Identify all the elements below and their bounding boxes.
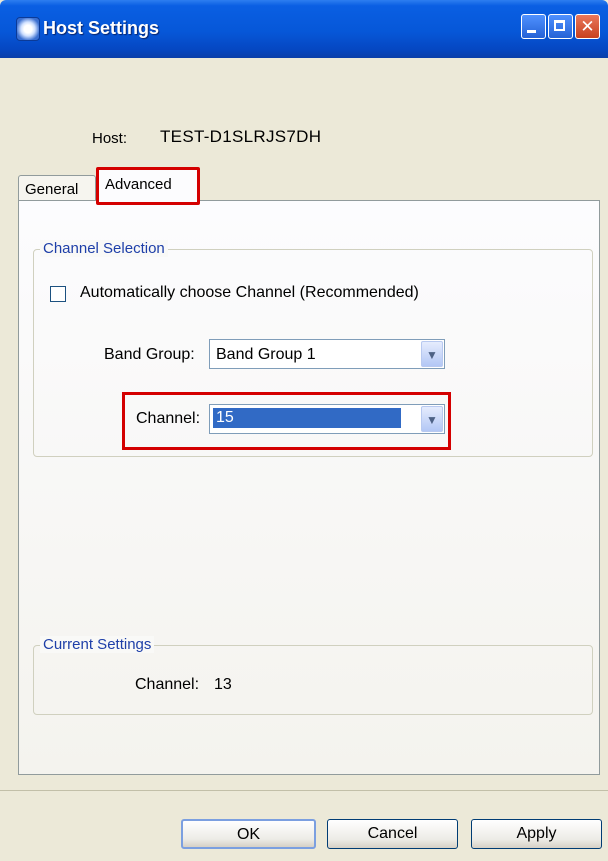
close-icon: ✕ — [580, 17, 595, 36]
auto-channel-checkbox[interactable] — [50, 286, 66, 302]
band-group-label: Band Group: — [104, 346, 195, 363]
channel-selection-group: Channel Selection Automatically choose C… — [33, 240, 593, 457]
current-settings-group: Current Settings Channel: 13 — [33, 636, 593, 715]
cancel-button[interactable]: Cancel — [327, 819, 458, 849]
host-value: TEST-D1SLRJS7DH — [160, 127, 322, 146]
current-channel-value: 13 — [214, 676, 232, 693]
chevron-down-icon[interactable]: ▼ — [421, 406, 443, 432]
window-title: Host Settings — [43, 18, 160, 38]
title-bar[interactable]: Host Settings ✕ — [0, 0, 608, 58]
apply-button[interactable]: Apply — [471, 819, 602, 849]
tab-advanced[interactable]: Advanced — [96, 167, 200, 205]
tab-panel-advanced: Channel Selection Automatically choose C… — [18, 200, 600, 775]
band-group-value: Band Group 1 — [216, 346, 316, 363]
ok-button[interactable]: OK — [181, 819, 316, 849]
host-label: Host: — [92, 130, 128, 147]
channel-label: Channel: — [136, 410, 201, 427]
channel-selection-legend: Channel Selection — [40, 240, 168, 257]
current-settings-legend: Current Settings — [40, 636, 155, 653]
tab-general[interactable]: General — [18, 175, 96, 200]
chevron-down-icon[interactable]: ▼ — [421, 341, 443, 367]
app-icon — [16, 17, 40, 41]
current-channel-label: Channel: — [135, 676, 200, 693]
minimize-button[interactable] — [521, 14, 546, 39]
channel-dropdown[interactable]: 15 ▼ — [209, 404, 445, 434]
close-button[interactable]: ✕ — [575, 14, 600, 39]
channel-value: 15 — [213, 408, 401, 428]
maximize-button[interactable] — [548, 14, 573, 39]
maximize-icon — [554, 20, 565, 31]
minimize-icon — [527, 30, 536, 33]
footer-divider — [0, 790, 608, 791]
band-group-dropdown[interactable]: Band Group 1 ▼ — [209, 339, 445, 369]
auto-channel-label[interactable]: Automatically choose Channel (Recommende… — [80, 284, 419, 302]
